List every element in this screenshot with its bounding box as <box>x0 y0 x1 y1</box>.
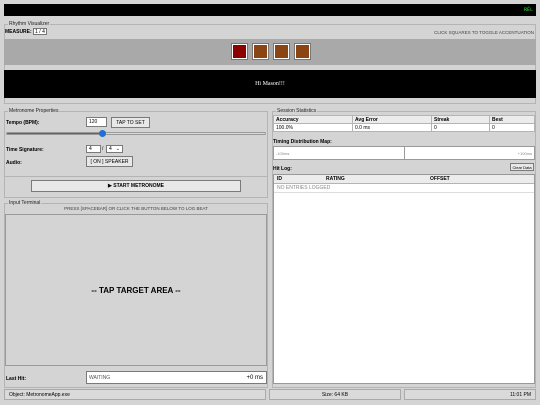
audio-speaker-button[interactable]: [ ON ] SPEAKER <box>86 156 133 167</box>
timing-distribution-title: Timing Distribution Map: <box>273 139 332 145</box>
tempo-slider[interactable] <box>6 130 266 137</box>
offset-unit: ms <box>255 374 263 381</box>
status-object: Object: MetronomeApp.exe <box>4 389 266 400</box>
timing-distribution-map: -100ms +100ms <box>273 146 535 160</box>
stats-header-avg-error: Avg Error <box>352 115 432 124</box>
top-status-text: RÉL <box>523 7 533 13</box>
accent-hint: CLICK SQUARES TO TOGGLE ACCENTUATION <box>434 30 534 35</box>
offset-value: +0 <box>246 374 254 381</box>
measure-value: 1 / 4 <box>33 28 47 35</box>
hit-log-header-id: ID <box>277 176 282 182</box>
start-metronome-button[interactable]: ▶ START METRONOME <box>31 180 241 192</box>
terminal-hint: PRESS [SPACEBAR] OR CLICK THE BUTTON BEL… <box>64 206 208 211</box>
last-hit-value: WAITING <box>89 374 111 381</box>
session-statistics-title: Session Statistics <box>276 108 318 114</box>
hit-log-list: ID RATING OFFSET NO ENTRIES LOGGED <box>273 174 535 384</box>
rhythm-visualizer-title: Rhythm Visualizer <box>8 21 51 27</box>
hit-log-title: Hit Log: <box>273 166 292 172</box>
audio-label: Audio: <box>6 160 22 166</box>
last-hit-offset: +0 ms <box>246 375 263 381</box>
divider <box>4 176 268 177</box>
time-signature-slash: / <box>102 146 104 152</box>
stats-avg-error: 0.0 ms <box>352 123 432 132</box>
hit-log-header: ID RATING OFFSET <box>274 175 534 184</box>
message-display: Hi Mason!!! <box>4 70 536 98</box>
last-hit-field: WAITING +0 ms <box>86 371 267 384</box>
measure-label: MEASURE: <box>5 29 32 35</box>
clear-data-button[interactable]: Clear Data <box>510 163 534 171</box>
tap-target-text: -- TAP TARGET AREA -- <box>91 285 181 295</box>
timing-center-line <box>404 147 405 159</box>
time-signature-denominator: 4 <box>109 146 112 152</box>
top-status-bar: RÉL <box>4 4 536 16</box>
tempo-input[interactable]: 120 <box>86 117 107 127</box>
beat-square-1[interactable] <box>231 43 248 60</box>
metronome-properties-title: Metronome Properties <box>8 108 60 114</box>
tap-to-set-button[interactable]: TAP TO SET <box>111 117 150 128</box>
hit-log-header-rating: RATING <box>326 176 345 182</box>
stats-header-best: Best <box>489 115 535 124</box>
message-text: Hi Mason!!! <box>255 81 285 87</box>
tempo-slider-fill <box>7 133 103 134</box>
beat-square-4[interactable] <box>294 43 311 60</box>
stats-accuracy: 100.0% <box>273 123 353 132</box>
stats-table: Accuracy Avg Error Streak Best 100.0% 0.… <box>273 115 535 132</box>
stats-header-accuracy: Accuracy <box>273 115 353 124</box>
stats-best: 0 <box>489 123 535 132</box>
hit-log-empty: NO ENTRIES LOGGED <box>274 184 534 193</box>
time-signature-denominator-select[interactable]: 4 ⌄ <box>106 145 123 153</box>
tempo-label: Tempo (BPM): <box>6 120 40 126</box>
stats-header-streak: Streak <box>431 115 490 124</box>
last-hit-label: Last Hit: <box>6 376 26 382</box>
beat-square-3[interactable] <box>273 43 290 60</box>
chevron-down-icon: ⌄ <box>115 146 120 152</box>
hit-log-header-offset: OFFSET <box>430 176 450 182</box>
status-size: Size: 64 KB <box>269 389 401 400</box>
time-signature-label: Time Signature: <box>6 147 44 153</box>
status-time: 11:01 PM <box>404 389 536 400</box>
time-signature-numerator[interactable]: 4 <box>86 145 101 153</box>
stats-streak: 0 <box>431 123 490 132</box>
timing-left-label: -100ms <box>276 151 290 156</box>
tap-target-area[interactable]: -- TAP TARGET AREA -- <box>5 214 267 366</box>
timing-right-label: +100ms <box>517 151 532 156</box>
beat-squares <box>231 43 311 60</box>
beat-square-2[interactable] <box>252 43 269 60</box>
